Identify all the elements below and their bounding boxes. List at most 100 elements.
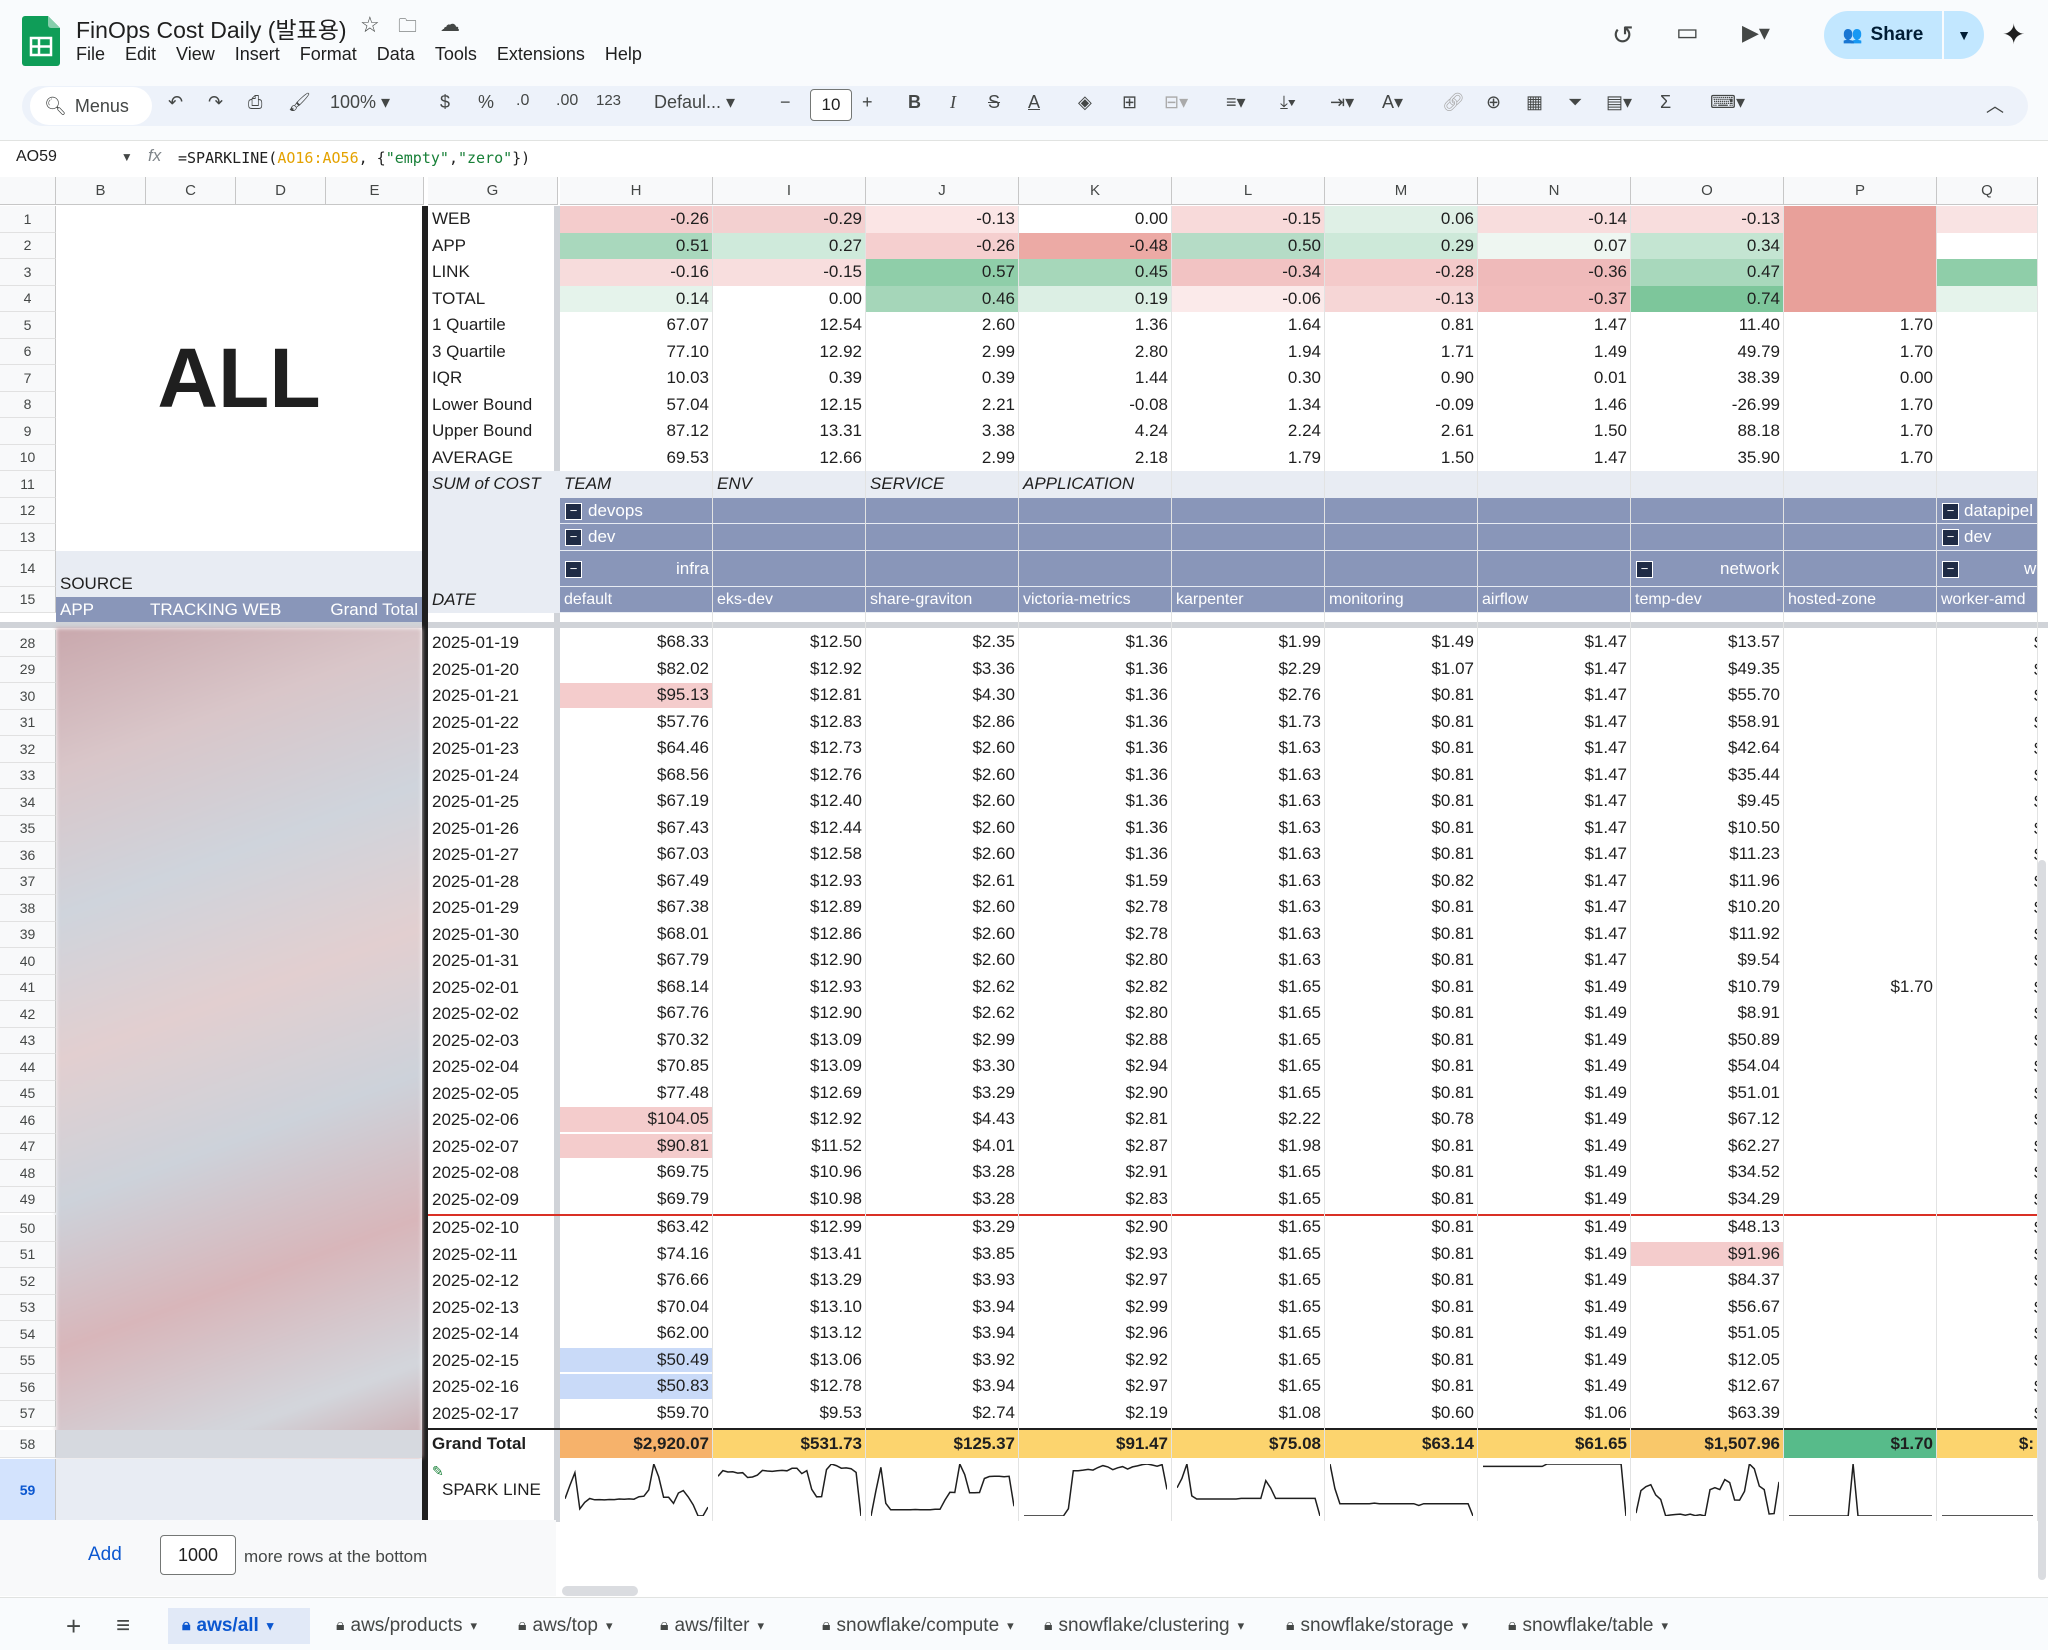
cost-cell[interactable]: $77.48 [560, 1081, 713, 1106]
add-rows-count-input[interactable]: 1000 [160, 1535, 236, 1575]
summary-cell[interactable]: 2.99 [866, 445, 1019, 472]
cost-cell[interactable] [1784, 1401, 1937, 1426]
row-header[interactable]: 43 [0, 1027, 56, 1054]
cost-cell[interactable] [1784, 842, 1937, 867]
cost-cell[interactable]: $1.98 [1172, 1134, 1325, 1159]
cost-cell[interactable] [1784, 630, 1937, 655]
summary-cell[interactable]: 3.38 [866, 418, 1019, 445]
sheet-tab[interactable]: 🔒︎ snowflake/table ▾ [1494, 1608, 1684, 1644]
summary-cell[interactable]: 1.34 [1172, 392, 1325, 419]
cost-cell[interactable]: $12.99 [713, 1215, 866, 1240]
pivot-header-application[interactable]: APPLICATION [1019, 471, 1138, 498]
select-all-corner[interactable] [0, 177, 56, 205]
cost-cell-q[interactable]: $ [2030, 1401, 2038, 1428]
chevron-down-icon[interactable]: ▾ [1007, 1618, 1014, 1634]
cost-cell[interactable]: $1.63 [1172, 922, 1325, 947]
cost-cell[interactable] [1784, 1160, 1937, 1185]
row-header[interactable]: 1 [0, 206, 56, 233]
cost-cell[interactable]: $1.65 [1172, 1028, 1325, 1053]
summary-cell[interactable]: 1.71 [1325, 339, 1478, 366]
cost-cell[interactable]: $2.90 [1019, 1081, 1172, 1106]
row-header[interactable]: 55 [0, 1347, 56, 1374]
cost-cell[interactable]: $11.52 [713, 1134, 866, 1159]
cost-cell[interactable]: $1.47 [1478, 630, 1631, 655]
cost-cell[interactable]: $13.09 [713, 1028, 866, 1053]
cost-cell[interactable]: $1.47 [1478, 869, 1631, 894]
row-header-selected[interactable]: 59 [0, 1459, 56, 1521]
cost-cell[interactable]: $0.81 [1325, 1028, 1478, 1053]
cost-cell[interactable]: $2.80 [1019, 1001, 1172, 1026]
summary-cell[interactable]: 12.66 [713, 445, 866, 472]
date-cell[interactable]: 2025-01-28 [428, 869, 523, 896]
cost-cell[interactable]: $67.03 [560, 842, 713, 867]
cost-cell-q[interactable]: $ [2030, 922, 2038, 949]
cost-cell[interactable]: $12.05 [1631, 1348, 1784, 1373]
summary-cell[interactable]: -0.09 [1325, 392, 1478, 419]
cost-cell[interactable]: $2.60 [866, 948, 1019, 973]
cost-cell[interactable]: $0.82 [1325, 869, 1478, 894]
summary-cell[interactable]: 1.49 [1478, 339, 1631, 366]
cost-cell-q[interactable]: $ [2030, 975, 2038, 1002]
chevron-down-icon[interactable]: ▾ [1661, 1618, 1668, 1634]
cost-cell[interactable]: $63.39 [1631, 1401, 1784, 1426]
column-header-g[interactable]: G [428, 177, 558, 205]
menu-data[interactable]: Data [377, 44, 415, 65]
summary-cell[interactable]: -0.26 [560, 206, 713, 233]
cost-cell[interactable]: $0.81 [1325, 1295, 1478, 1320]
strikethrough-button[interactable]: S [988, 92, 1000, 113]
grand-total-cell[interactable]: $75.08 [1172, 1430, 1325, 1458]
summary-cell[interactable]: -0.29 [713, 206, 866, 233]
row-header[interactable]: 57 [0, 1400, 56, 1427]
cost-cell[interactable]: $51.05 [1631, 1321, 1784, 1346]
cost-cell[interactable]: $0.81 [1325, 736, 1478, 761]
cost-cell[interactable]: $1.36 [1019, 816, 1172, 841]
date-cell[interactable]: 2025-02-04 [428, 1054, 523, 1081]
summary-cell[interactable]: 0.45 [1019, 259, 1172, 286]
cost-cell[interactable]: $10.96 [713, 1160, 866, 1185]
cost-cell[interactable]: $2.19 [1019, 1401, 1172, 1426]
date-cell[interactable]: 2025-02-05 [428, 1081, 523, 1108]
cost-cell[interactable]: $1.65 [1172, 1268, 1325, 1293]
menus-search[interactable]: 🔍︎ Menus [30, 87, 152, 125]
chevron-down-icon[interactable]: ▾ [470, 1618, 477, 1634]
cost-cell[interactable]: $67.79 [560, 948, 713, 973]
cost-cell[interactable]: $13.12 [713, 1321, 866, 1346]
summary-cell[interactable]: 0.34 [1631, 232, 1784, 259]
menu-help[interactable]: Help [605, 44, 642, 65]
cost-cell[interactable]: $63.42 [560, 1215, 713, 1240]
summary-cell[interactable]: 0.51 [560, 232, 713, 259]
undo-icon[interactable]: ↶ [168, 92, 183, 113]
cost-cell-q[interactable]: $ [2030, 895, 2038, 922]
cost-cell[interactable]: $67.12 [1631, 1107, 1784, 1132]
cost-cell[interactable]: $12.90 [713, 948, 866, 973]
cost-cell[interactable]: $12.92 [713, 1107, 866, 1132]
cost-cell[interactable]: $12.73 [713, 736, 866, 761]
cost-cell[interactable]: $1.63 [1172, 816, 1325, 841]
application-header[interactable]: karpenter [1172, 587, 1248, 613]
cost-cell[interactable]: $54.04 [1631, 1054, 1784, 1079]
cost-cell[interactable]: $49.35 [1631, 657, 1784, 682]
row-header[interactable]: 51 [0, 1241, 56, 1268]
summary-cell[interactable]: -0.15 [1172, 206, 1325, 233]
chevron-down-icon[interactable]: ▾ [1462, 1618, 1469, 1634]
paint-format-icon[interactable]: 🖌︎ [288, 92, 311, 113]
cost-cell[interactable]: $0.81 [1325, 1054, 1478, 1079]
cost-cell-q[interactable]: $ [2030, 1374, 2038, 1401]
cost-cell[interactable] [1784, 816, 1937, 841]
column-header-o[interactable]: O [1631, 177, 1784, 205]
summary-cell[interactable]: 0.14 [560, 285, 713, 312]
row-header[interactable]: 58 [0, 1430, 56, 1458]
cost-cell-q[interactable]: $ [2030, 1107, 2038, 1134]
cost-cell[interactable]: $1.63 [1172, 948, 1325, 973]
date-cell[interactable]: 2025-01-25 [428, 789, 523, 816]
summary-cell[interactable]: 2.61 [1325, 418, 1478, 445]
cost-cell[interactable]: $1.65 [1172, 1187, 1325, 1212]
cost-cell[interactable]: $70.04 [560, 1295, 713, 1320]
cost-cell[interactable]: $3.94 [866, 1321, 1019, 1346]
cost-cell[interactable]: $8.91 [1631, 1001, 1784, 1026]
row-header[interactable]: 12 [0, 497, 56, 524]
cost-cell[interactable]: $69.75 [560, 1160, 713, 1185]
cost-cell[interactable]: $0.81 [1325, 895, 1478, 920]
cost-cell[interactable]: $91.96 [1631, 1241, 1784, 1266]
summary-cell[interactable]: 0.47 [1631, 259, 1784, 286]
